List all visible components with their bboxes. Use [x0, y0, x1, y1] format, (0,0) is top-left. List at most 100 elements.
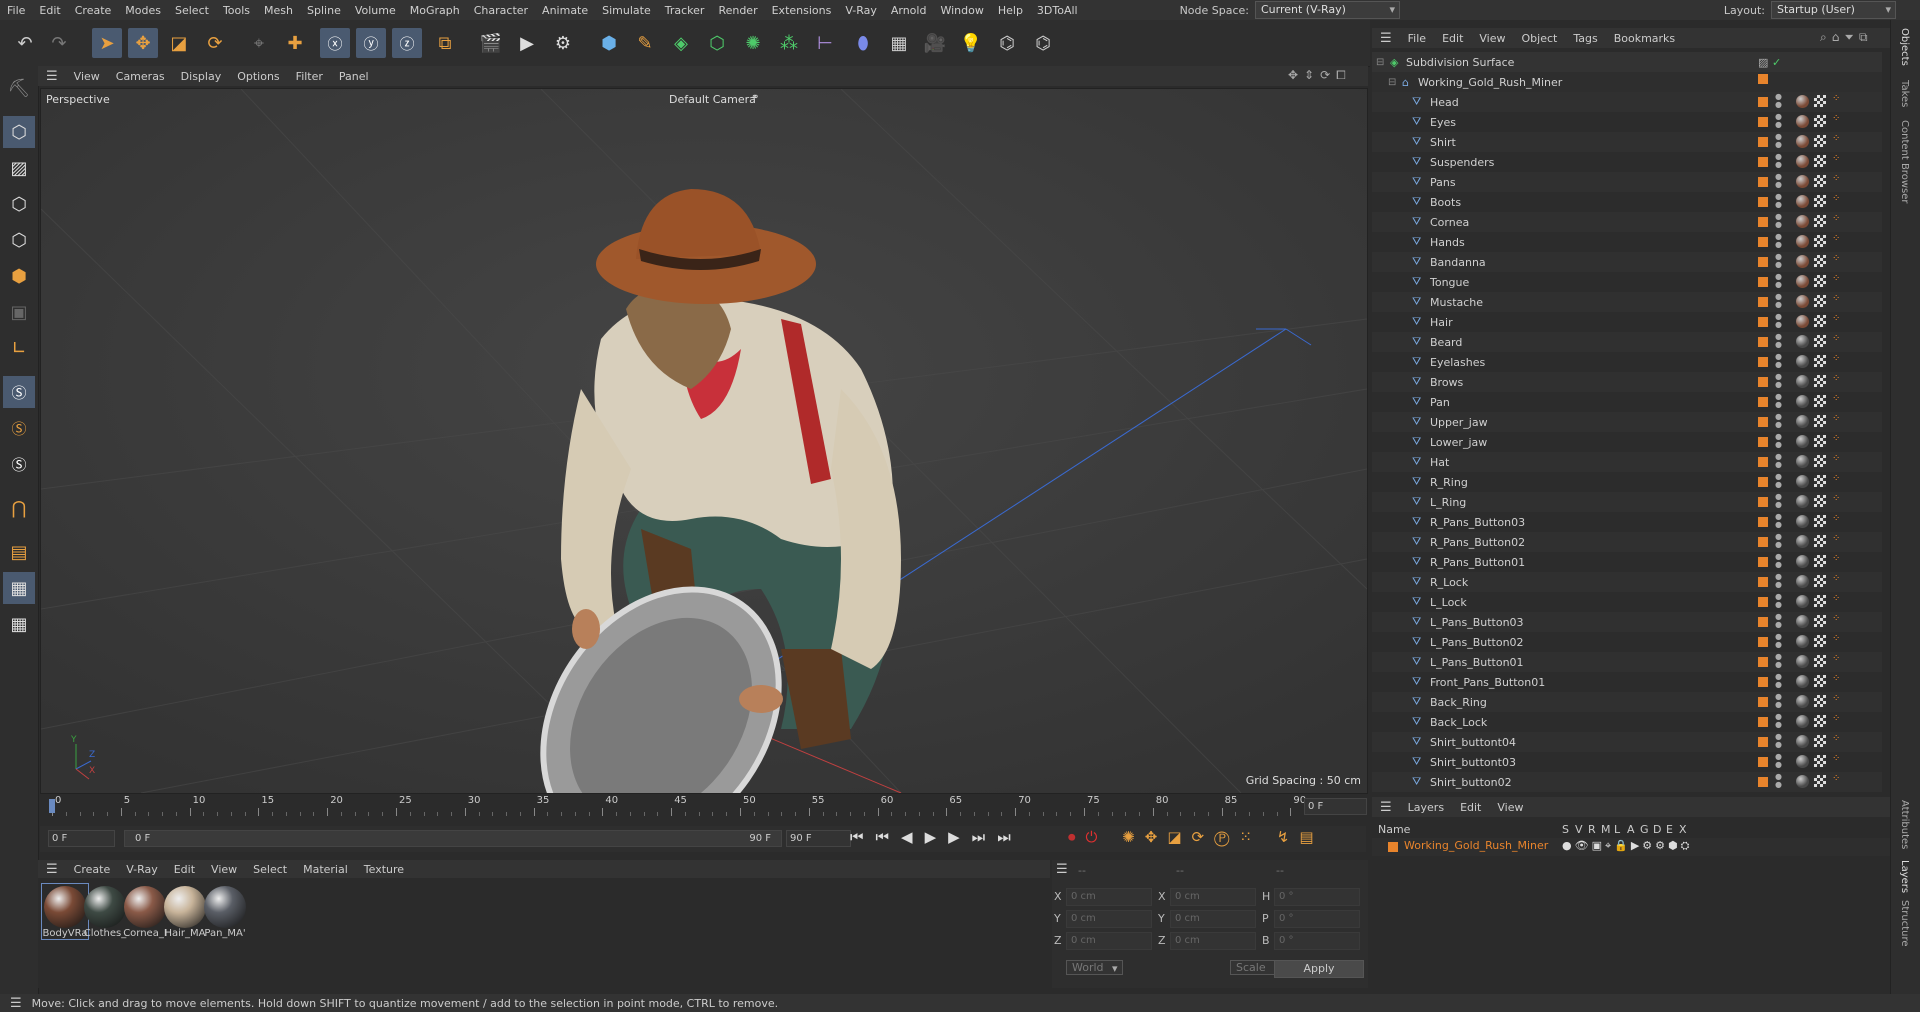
workplane-icon[interactable]: ▤	[3, 536, 35, 568]
render-region-icon[interactable]: 🎬	[476, 28, 506, 58]
object-row[interactable]: ⛛ Front_Pans_Button01 ● ● ⁘	[1372, 672, 1882, 692]
object-row-root[interactable]: ⊟ ◈ Subdivision Surface ▨ ✓	[1372, 52, 1882, 72]
object-row[interactable]: ⛛ Bandanna ● ● ⁘	[1372, 252, 1882, 272]
uvw-tag-icon[interactable]	[1814, 255, 1826, 267]
menu-mesh[interactable]: Mesh	[257, 4, 300, 17]
vray-tag-icon[interactable]: ⁘	[1832, 573, 1840, 584]
layer-color-swatch[interactable]	[1758, 677, 1768, 687]
object-row[interactable]: ⛛ Beard ● ● ⁘	[1372, 332, 1882, 352]
material-menu-select[interactable]: Select	[245, 863, 295, 876]
tab-structure[interactable]: Structure	[1899, 900, 1910, 947]
visibility-dots-icon[interactable]: ● ●	[1775, 493, 1782, 509]
object-row[interactable]: ⛛ L_Pans_Button02 ● ● ⁘	[1372, 632, 1882, 652]
material-tag-icon[interactable]	[1796, 415, 1809, 428]
object-menu-object[interactable]: Object	[1514, 32, 1566, 45]
texture-mode-icon[interactable]: ▨	[3, 152, 35, 184]
layer-color-swatch[interactable]	[1758, 657, 1768, 667]
vray-tag-icon[interactable]: ⁘	[1832, 313, 1840, 324]
visibility-dots-icon[interactable]: ● ●	[1775, 233, 1782, 249]
uvw-tag-icon[interactable]	[1814, 155, 1826, 167]
vray-tag-icon[interactable]: ⁘	[1832, 493, 1840, 504]
vray-tag-icon[interactable]: ⁘	[1832, 633, 1840, 644]
vray-tag-icon[interactable]: ⁘	[1832, 773, 1840, 784]
vray-tag-icon[interactable]: ⁘	[1832, 393, 1840, 404]
rot-p-field[interactable]: 0 °	[1274, 910, 1360, 928]
layer-col-g[interactable]: G	[1640, 823, 1649, 836]
material-tag-icon[interactable]	[1796, 475, 1809, 488]
layer-col-s[interactable]: S	[1562, 823, 1569, 836]
menu-animate[interactable]: Animate	[535, 4, 595, 17]
object-row[interactable]: ⛛ Boots ● ● ⁘	[1372, 192, 1882, 212]
viewport-menu-view[interactable]: View	[66, 70, 108, 83]
vray-tag-icon[interactable]: ⁘	[1832, 473, 1840, 484]
size-z-field[interactable]: 0 cm	[1170, 932, 1256, 950]
y-axis-lock-icon[interactable]: ⓨ	[356, 28, 386, 58]
material-menu-icon[interactable]: ☰	[38, 862, 66, 877]
menu-arnold[interactable]: Arnold	[884, 4, 934, 17]
menu-v-ray[interactable]: V-Ray	[838, 4, 884, 17]
material-tag-icon[interactable]	[1796, 135, 1809, 148]
light-icon[interactable]: 💡	[956, 28, 986, 58]
status-menu-icon[interactable]: ☰	[0, 996, 32, 1011]
current-frame-field[interactable]: 0 F	[1304, 798, 1367, 815]
layer-color-swatch[interactable]	[1758, 97, 1768, 107]
uvw-tag-icon[interactable]	[1814, 775, 1826, 787]
frame-range-slider[interactable]: 0 F 90 F	[124, 830, 782, 847]
fcurve-icon[interactable]: ↯	[1277, 828, 1300, 846]
uvw-tag-icon[interactable]	[1814, 415, 1826, 427]
visibility-dots-icon[interactable]: ● ●	[1775, 293, 1782, 309]
visibility-dots-icon[interactable]: ● ●	[1775, 453, 1782, 469]
edges-mode-icon[interactable]: ⬡	[3, 224, 35, 256]
visibility-dots-icon[interactable]: ● ●	[1775, 373, 1782, 389]
uvw-tag-icon[interactable]	[1814, 175, 1826, 187]
key-scale-icon[interactable]: ◪	[1167, 828, 1191, 846]
timeline-ruler[interactable]: 0 5 10 15 20 25 30 35 40 45 50 55 60 65 70 75 80 85 90 0 F	[40, 795, 1367, 817]
object-row[interactable]: ⛛ Cornea ● ● ⁘	[1372, 212, 1882, 232]
layer-col-v[interactable]: V	[1575, 823, 1583, 836]
visibility-dots-icon[interactable]: ● ●	[1775, 93, 1782, 109]
polygons-mode-icon[interactable]: ⬢	[3, 260, 35, 292]
tab-layers[interactable]: Layers	[1899, 860, 1910, 893]
collapse-icon[interactable]: ⊟	[1388, 77, 1396, 88]
object-row[interactable]: ⛛ Tongue ● ● ⁘	[1372, 272, 1882, 292]
object-row[interactable]: ⛛ R_Pans_Button03 ● ● ⁘	[1372, 512, 1882, 532]
layer-color-swatch[interactable]	[1758, 437, 1768, 447]
layer-color-swatch[interactable]	[1758, 577, 1768, 587]
vray-tag-icon[interactable]: ⁘	[1832, 113, 1840, 124]
layer-color-swatch[interactable]	[1758, 617, 1768, 627]
rot-b-field[interactable]: 0 °	[1274, 932, 1360, 950]
layer-color-swatch[interactable]	[1758, 257, 1768, 267]
material-tag-icon[interactable]	[1796, 295, 1809, 308]
axis-mode-icon[interactable]: ∟	[3, 332, 35, 364]
visibility-dots-icon[interactable]: ● ●	[1775, 673, 1782, 689]
layer-col-a[interactable]: A	[1627, 823, 1635, 836]
key-param-icon[interactable]: Ⓟ	[1214, 828, 1239, 846]
uvw-tag-icon[interactable]	[1814, 135, 1826, 147]
menu-edit[interactable]: Edit	[32, 4, 67, 17]
uvw-tag-icon[interactable]	[1814, 295, 1826, 307]
pos-x-field[interactable]: 0 cm	[1066, 888, 1152, 906]
material-tag-icon[interactable]	[1796, 715, 1809, 728]
tab-objects[interactable]: Objects	[1899, 28, 1910, 66]
vray-tag-icon[interactable]: ⁘	[1832, 213, 1840, 224]
vray-tag-icon[interactable]: ⁘	[1832, 453, 1840, 464]
field-icon[interactable]: ⬮	[848, 28, 878, 58]
material-menu-create[interactable]: Create	[66, 863, 119, 876]
pen-spline-icon[interactable]: ✎	[630, 28, 660, 58]
uvw-tag-icon[interactable]	[1814, 615, 1826, 627]
object-row[interactable]: ⛛ R_Ring ● ● ⁘	[1372, 472, 1882, 492]
coords-menu-icon[interactable]: ☰	[1056, 862, 1068, 877]
uvw-tag-icon[interactable]	[1814, 515, 1826, 527]
layer-color-swatch[interactable]	[1758, 417, 1768, 427]
menu-modes[interactable]: Modes	[118, 4, 168, 17]
layer-col-e[interactable]: E	[1666, 823, 1673, 836]
visibility-dots-icon[interactable]: ● ●	[1775, 333, 1782, 349]
menu-create[interactable]: Create	[68, 4, 119, 17]
uvw-tag-icon[interactable]	[1814, 595, 1826, 607]
z-axis-lock-icon[interactable]: ⓩ	[392, 28, 422, 58]
viewport[interactable]: Perspective Default Camera ⚭ Grid Spacin…	[40, 88, 1368, 794]
visibility-dots-icon[interactable]: ● ●	[1775, 133, 1782, 149]
uvw-tag-icon[interactable]	[1814, 655, 1826, 667]
material-tag-icon[interactable]	[1796, 355, 1809, 368]
material-menu-view[interactable]: View	[203, 863, 245, 876]
